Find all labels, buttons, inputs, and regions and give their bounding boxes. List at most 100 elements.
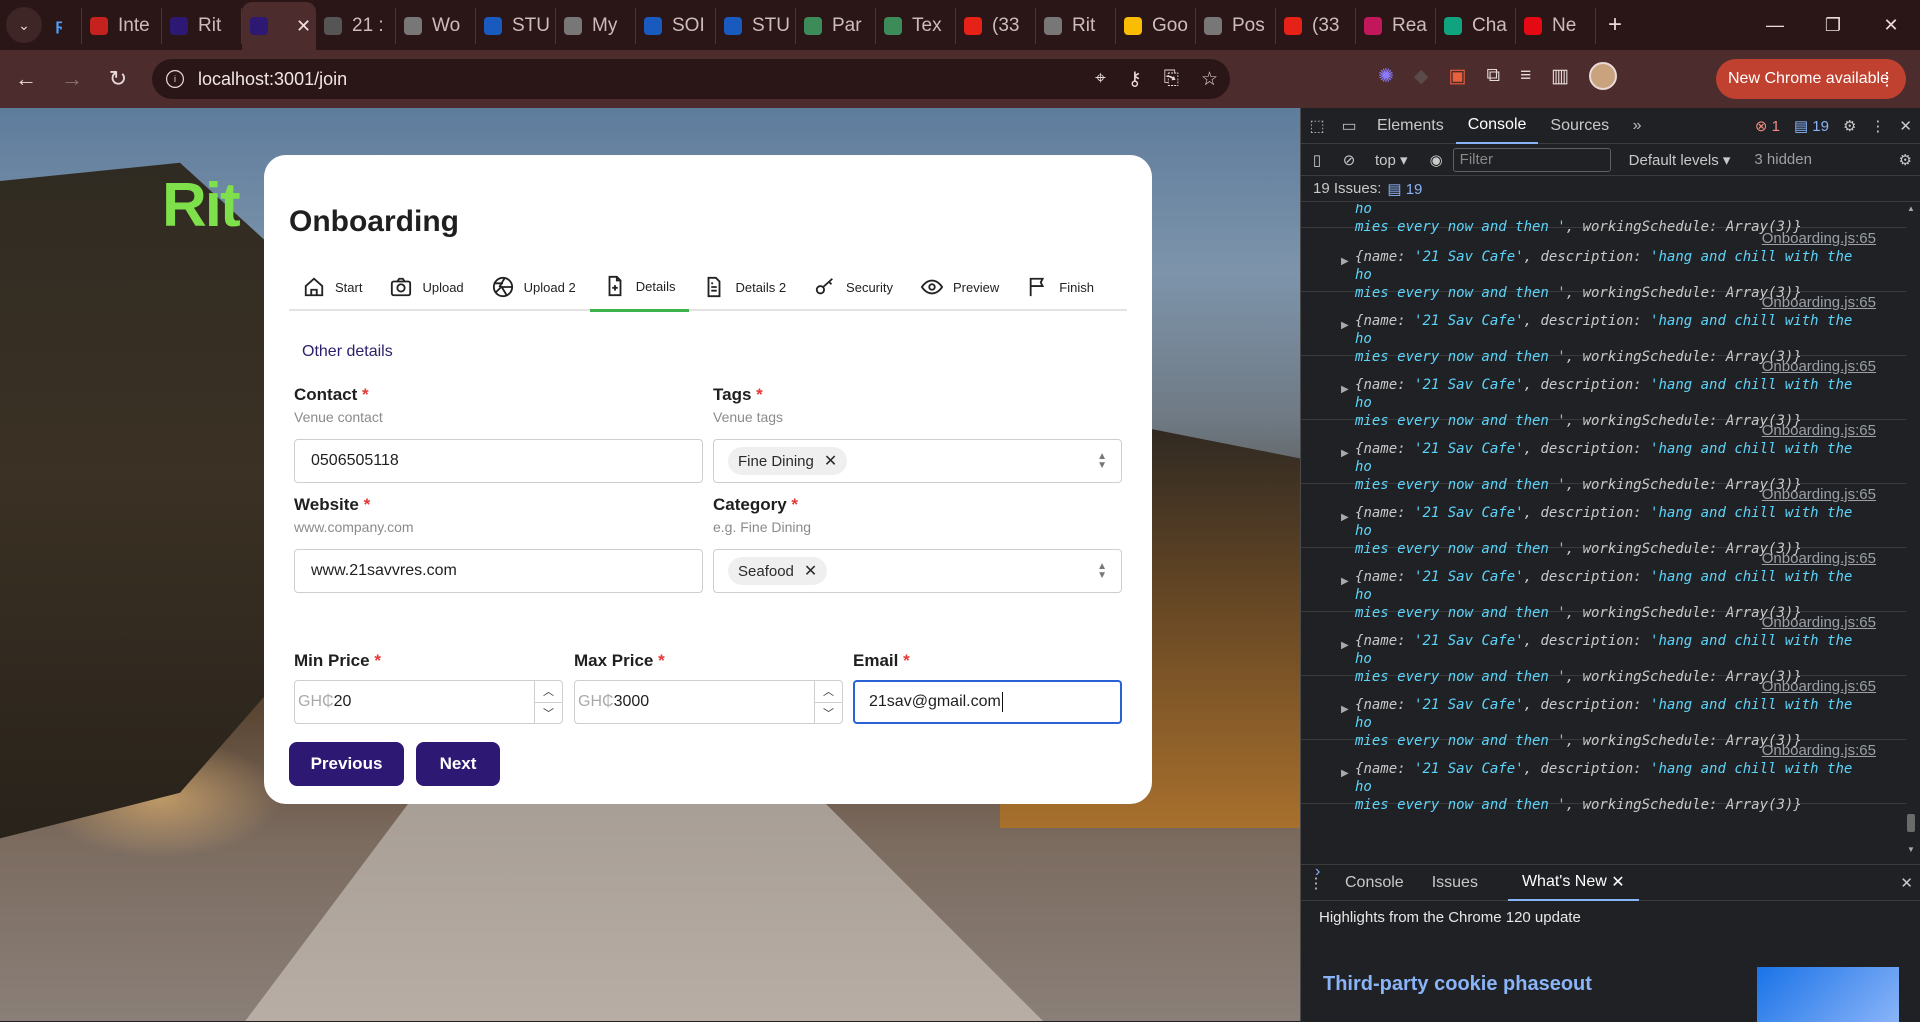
close-devtools-icon[interactable]: ✕: [1899, 117, 1912, 135]
select-arrows-icon[interactable]: ▲ ▼: [1097, 562, 1107, 581]
expand-arrow-icon[interactable]: ▶: [1341, 640, 1349, 651]
browser-tab[interactable]: Tex: [876, 8, 956, 44]
more-menu-icon[interactable]: ⋮: [1878, 69, 1896, 90]
min-price-input[interactable]: GH₵ 20 ︿ ﹀: [294, 680, 563, 724]
more-tabs-icon[interactable]: »: [1621, 117, 1653, 135]
location-icon[interactable]: ⌖: [1095, 68, 1106, 91]
extension-purple-icon[interactable]: ✺: [1378, 65, 1394, 88]
sidebar-toggle-icon[interactable]: ▯: [1301, 151, 1333, 169]
console-scrollbar[interactable]: ▲ ▼: [1906, 204, 1916, 854]
expand-arrow-icon[interactable]: ▶: [1341, 576, 1349, 587]
tab-finish[interactable]: Finish: [1013, 263, 1108, 311]
source-link[interactable]: Onboarding.js:65: [1762, 294, 1876, 311]
browser-tab[interactable]: SOI: [636, 8, 716, 44]
source-link[interactable]: Onboarding.js:65: [1762, 230, 1876, 247]
log-levels-dropdown[interactable]: Default levels ▾: [1629, 151, 1731, 169]
devtools-menu-icon[interactable]: ⋮: [1870, 117, 1885, 135]
expand-arrow-icon[interactable]: ▶: [1341, 704, 1349, 715]
device-toolbar-icon[interactable]: ▭: [1333, 116, 1365, 136]
drawer-tab-whats-new[interactable]: What's New ✕: [1507, 865, 1639, 901]
drawer-menu-icon[interactable]: ⋮: [1301, 874, 1331, 892]
browser-tab[interactable]: 21 :: [316, 8, 396, 44]
select-arrows-icon[interactable]: ▲ ▼: [1097, 452, 1107, 471]
remove-category-icon[interactable]: ✕: [804, 561, 817, 581]
console-entry[interactable]: Onboarding.js:65 ▶ {name: '21 Sav Cafe', d…: [1301, 228, 1906, 301]
close-window-button[interactable]: ✕: [1862, 0, 1920, 50]
source-link[interactable]: Onboarding.js:65: [1762, 742, 1876, 759]
live-expression-eye-icon[interactable]: ◉: [1430, 151, 1443, 169]
console-entry[interactable]: Onboarding.js:65 ▶ {name: '21 Sav Cafe', d…: [1301, 740, 1906, 813]
console-entry[interactable]: Onboarding.js:65 ▶ {name: '21 Sav Cafe', d…: [1301, 548, 1906, 621]
drawer-tab-console[interactable]: Console: [1331, 865, 1418, 901]
source-link[interactable]: Onboarding.js:65: [1762, 614, 1876, 631]
address-bar[interactable]: i localhost:3001/join ⌖ ⚷ ⎘ ☆: [152, 59, 1230, 99]
source-link[interactable]: Onboarding.js:65: [1762, 422, 1876, 439]
cookie-phaseout-link[interactable]: Third-party cookie phaseout: [1323, 973, 1592, 996]
chrome-update-button[interactable]: New Chrome available ⋮: [1716, 59, 1906, 99]
context-selector[interactable]: top ▾: [1375, 151, 1408, 169]
forward-button[interactable]: →: [52, 59, 92, 99]
browser-tab[interactable]: Par: [796, 8, 876, 44]
tab-elements[interactable]: Elements: [1365, 108, 1456, 144]
browser-tab[interactable]: (33: [956, 8, 1036, 44]
tab-preview[interactable]: Preview: [907, 263, 1013, 311]
browser-tab[interactable]: Rea: [1356, 8, 1436, 44]
install-app-icon[interactable]: ⎘: [1164, 68, 1179, 91]
console-entry[interactable]: Onboarding.js:65 ▶ {name: '21 Sav Cafe', d…: [1301, 356, 1906, 429]
reload-button[interactable]: ↻: [98, 59, 138, 99]
browser-tab[interactable]: Goo: [1116, 8, 1196, 44]
tags-select[interactable]: Fine Dining ✕ ▲ ▼: [713, 439, 1122, 483]
back-button[interactable]: ←: [6, 59, 46, 99]
new-tab-button[interactable]: +: [1608, 11, 1622, 39]
browser-tab[interactable]: Pos: [1196, 8, 1276, 44]
extension-dark-icon[interactable]: ◆: [1414, 65, 1429, 88]
console-settings-icon[interactable]: ⚙: [1899, 151, 1912, 169]
max-price-input[interactable]: GH₵ 3000 ︿ ﹀: [574, 680, 843, 724]
extension-red-icon[interactable]: ▣: [1449, 65, 1467, 88]
extensions-puzzle-icon[interactable]: ⧉: [1487, 65, 1501, 87]
browser-tab[interactable]: ✕: [242, 2, 316, 50]
expand-arrow-icon[interactable]: ▶: [1341, 512, 1349, 523]
decrement-icon[interactable]: ﹀: [815, 703, 842, 724]
tab-upload-2[interactable]: Upload 2: [478, 263, 590, 311]
browser-tab[interactable]: (33: [1276, 8, 1356, 44]
minimize-button[interactable]: —: [1746, 0, 1804, 50]
media-controls-icon[interactable]: ≡: [1520, 65, 1531, 87]
browser-tab[interactable]: Cha: [1436, 8, 1516, 44]
expand-arrow-icon[interactable]: ▶: [1341, 256, 1349, 267]
error-count[interactable]: ⊗ 1: [1755, 117, 1780, 135]
expand-arrow-icon[interactable]: ▶: [1341, 448, 1349, 459]
close-tab-icon[interactable]: ✕: [296, 16, 311, 37]
console-entry[interactable]: Onboarding.js:65 ▶ {name: '21 Sav Cafe', d…: [1301, 676, 1906, 749]
tab-details[interactable]: Details: [589, 263, 690, 312]
browser-tab[interactable]: STU: [716, 8, 796, 44]
tab-details-2[interactable]: Details 2: [689, 263, 800, 311]
browser-tab[interactable]: STU: [476, 8, 556, 44]
contact-input[interactable]: 0506505118: [294, 439, 703, 483]
tab-sources[interactable]: Sources: [1538, 108, 1621, 144]
side-panel-icon[interactable]: ▥: [1551, 65, 1569, 88]
inspect-element-icon[interactable]: ⬚: [1301, 116, 1333, 136]
source-link[interactable]: Onboarding.js:65: [1762, 358, 1876, 375]
console-entry[interactable]: Onboarding.js:65 ▶ {name: '21 Sav Cafe', d…: [1301, 484, 1906, 557]
browser-tab[interactable]: Rit: [1036, 8, 1116, 44]
increment-icon[interactable]: ︿: [815, 681, 842, 703]
browser-tab[interactable]: Rit: [162, 8, 242, 44]
clear-console-icon[interactable]: ⊘: [1333, 151, 1365, 169]
message-count[interactable]: ▤ 19: [1794, 117, 1829, 135]
decrement-icon[interactable]: ﹀: [535, 703, 562, 724]
expand-arrow-icon[interactable]: ▶: [1341, 768, 1349, 779]
category-select[interactable]: Seafood ✕ ▲ ▼: [713, 549, 1122, 593]
expand-arrow-icon[interactable]: ▶: [1341, 384, 1349, 395]
source-link[interactable]: Onboarding.js:65: [1762, 678, 1876, 695]
close-drawer-icon[interactable]: ✕: [1900, 874, 1913, 892]
remove-tag-icon[interactable]: ✕: [824, 451, 837, 471]
console-entry[interactable]: Onboarding.js:65 ▶ {name: '21 Sav Cafe', d…: [1301, 292, 1906, 365]
password-key-icon[interactable]: ⚷: [1128, 68, 1142, 91]
email-input[interactable]: 21sav@gmail.com: [853, 680, 1122, 724]
bookmark-star-icon[interactable]: ☆: [1201, 68, 1218, 91]
website-input[interactable]: www.21savvres.com: [294, 549, 703, 593]
tab-search-icon[interactable]: ⌄: [6, 7, 42, 43]
tab-console[interactable]: Console: [1455, 108, 1539, 144]
console-entry[interactable]: Onboarding.js:65 ▶ {name: '21 Sav Cafe', d…: [1301, 420, 1906, 493]
